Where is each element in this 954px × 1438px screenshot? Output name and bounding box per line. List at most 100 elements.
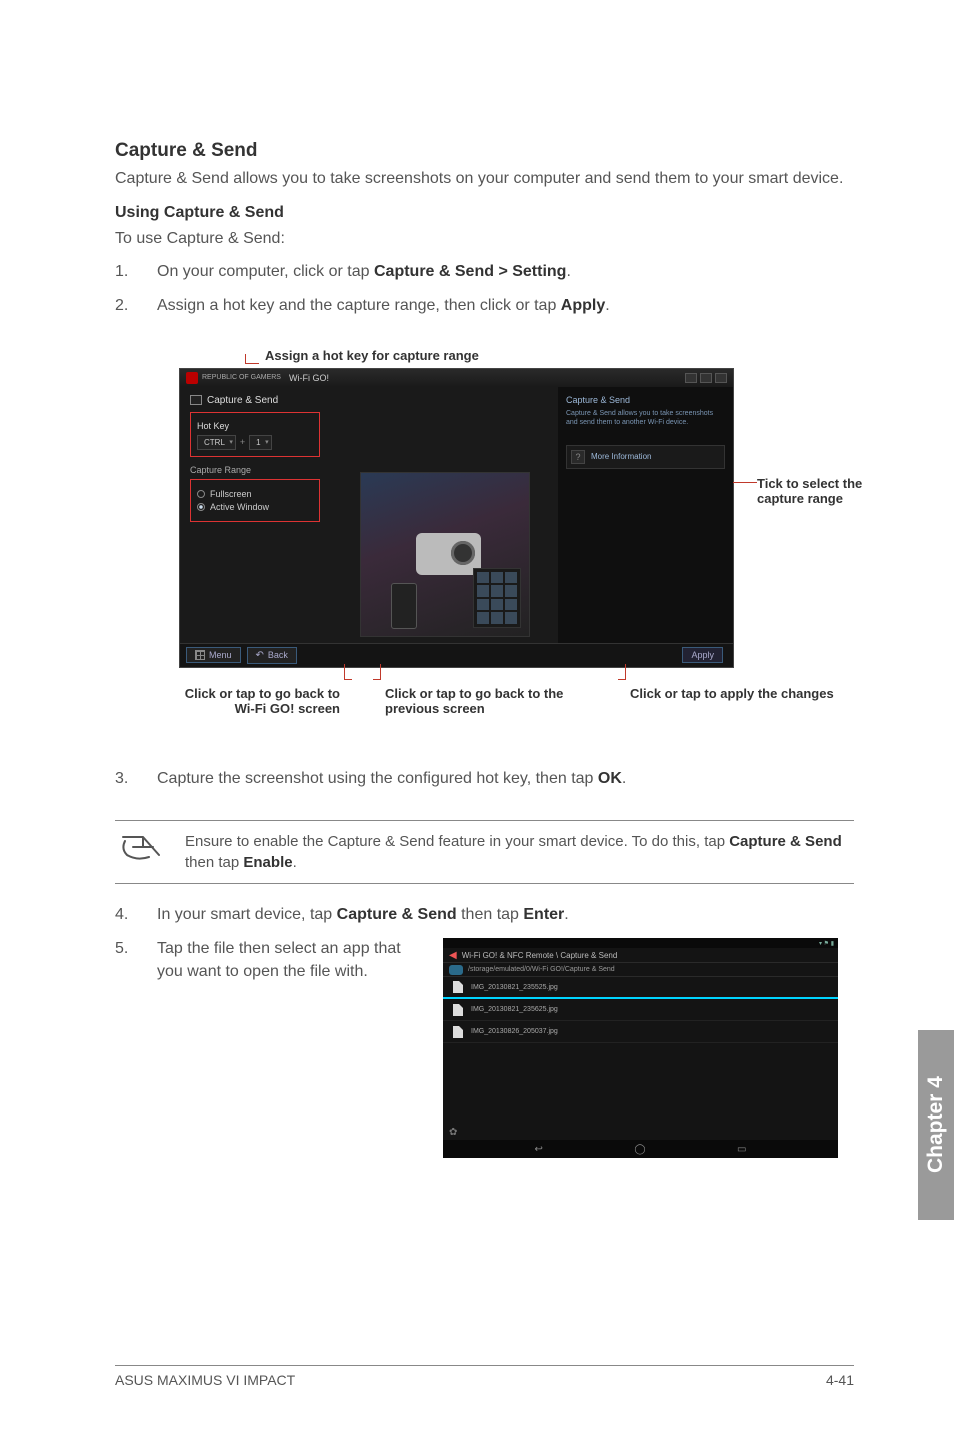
footer-page-number: 4-41 <box>826 1372 854 1388</box>
grid-icon <box>195 650 205 660</box>
note-block: Ensure to enable the Capture & Send feat… <box>115 820 854 884</box>
question-icon: ? <box>571 450 585 464</box>
step-text: Assign a hot key and the capture range, … <box>157 295 610 317</box>
more-information-button[interactable]: ? More Information <box>566 445 725 469</box>
file-row[interactable]: IMG_20130821_235525.jpg <box>443 977 838 999</box>
breadcrumb: Capture & Send <box>190 395 548 406</box>
step-number: 2. <box>115 295 157 317</box>
preview-thumbnail <box>360 472 530 637</box>
callout-line <box>618 664 626 680</box>
section-intro: Capture & Send allows you to take screen… <box>115 168 854 190</box>
radio-on-icon <box>197 503 205 511</box>
steps-list-1: 1. On your computer, click or tap Captur… <box>115 261 854 318</box>
menu-button[interactable]: Menu <box>186 647 241 663</box>
file-row[interactable]: IMG_20130826_205037.jpg <box>443 1021 838 1043</box>
mobile-title: Wi-Fi GO! & NFC Remote \ Capture & Send <box>462 951 618 960</box>
mobile-pathbar: /storage/emulated/0/Wi-Fi GO!/Capture & … <box>443 963 838 977</box>
minimize-button[interactable] <box>685 373 697 383</box>
window-title: Wi-Fi GO! <box>289 373 329 383</box>
hotkey-key-select[interactable]: 1 <box>249 435 271 450</box>
mobile-titlebar: ◀ Wi-Fi GO! & NFC Remote \ Capture & Sen… <box>443 948 838 963</box>
file-row[interactable]: IMG_20130821_235625.jpg <box>443 999 838 1021</box>
back-button[interactable]: ↶ Back <box>247 647 297 664</box>
step-number: 5. <box>115 938 157 983</box>
step-number: 3. <box>115 768 157 790</box>
file-name: IMG_20130821_235625.jpg <box>471 1006 558 1013</box>
help-button[interactable] <box>700 373 712 383</box>
annotation-top: Assign a hot key for capture range <box>245 348 479 364</box>
settings-icon[interactable]: ✿ <box>449 1127 457 1138</box>
back-arrow-icon: ↶ <box>256 650 264 661</box>
apply-button[interactable]: Apply <box>682 647 723 663</box>
main-panel: Capture & Send Hot Key CTRL + 1 Capture … <box>180 387 558 643</box>
step-3: 3. Capture the screenshot using the conf… <box>115 768 854 790</box>
window-body: Capture & Send Hot Key CTRL + 1 Capture … <box>180 387 733 643</box>
phone-icon <box>391 583 417 629</box>
annotation-right: Tick to select the capture range <box>757 476 867 507</box>
step-text: Tap the file then select an app that you… <box>157 938 425 983</box>
callout-line <box>245 354 259 364</box>
figure-wifi-go-settings: Assign a hot key for capture range REPUB… <box>165 348 865 718</box>
mobile-back-icon[interactable]: ◀ <box>449 950 457 961</box>
steps-list-3: 4. In your smart device, tap Capture & S… <box>115 904 854 926</box>
callout-line <box>733 482 757 483</box>
page-footer: ASUS MAXIMUS VI IMPACT 4-41 <box>115 1365 854 1388</box>
steps-list-2: 3. Capture the screenshot using the conf… <box>115 768 854 790</box>
nav-home-icon[interactable]: ◯ <box>634 1144 645 1155</box>
section-title: Capture & Send <box>115 140 854 162</box>
step-1: 1. On your computer, click or tap Captur… <box>115 261 854 283</box>
annotation-menu: Click or tap to go back to Wi-Fi GO! scr… <box>165 674 340 717</box>
capture-range-group: Fullscreen Active Window <box>190 479 320 522</box>
note-icon <box>119 833 165 868</box>
annotation-back: Click or tap to go back to the previous … <box>385 674 585 717</box>
plus-label: + <box>240 437 245 447</box>
mobile-navbar: ↩ ◯ ▭ <box>443 1140 838 1158</box>
mobile-screenshot: ▾ ⚑ ▮ ◀ Wi-Fi GO! & NFC Remote \ Capture… <box>443 938 838 1158</box>
radio-active-window[interactable]: Active Window <box>197 502 313 512</box>
annotation-text: Tick to select the capture range <box>757 476 867 507</box>
subsection-title: Using Capture & Send <box>115 204 854 222</box>
radio-off-icon <box>197 490 205 498</box>
file-name: IMG_20130826_205037.jpg <box>471 1028 558 1035</box>
step-4: 4. In your smart device, tap Capture & S… <box>115 904 854 926</box>
bottom-annotations: Click or tap to go back to Wi-Fi GO! scr… <box>165 674 865 717</box>
hotkey-modifier-select[interactable]: CTRL <box>197 435 236 450</box>
status-icons: ▾ ⚑ ▮ <box>819 940 834 947</box>
wifi-go-window: REPUBLIC OF GAMERS Wi-Fi GO! Capture & S… <box>179 368 734 668</box>
file-icon <box>453 1026 463 1038</box>
mobile-path: /storage/emulated/0/Wi-Fi GO!/Capture & … <box>468 966 615 973</box>
subsection-intro: To use Capture & Send: <box>115 228 854 250</box>
mobile-statusbar: ▾ ⚑ ▮ <box>443 938 838 948</box>
nav-recent-icon[interactable]: ▭ <box>737 1144 746 1155</box>
window-footer: Menu ↶ Back Apply <box>180 643 733 667</box>
file-icon <box>453 981 463 993</box>
page: Capture & Send Capture & Send allows you… <box>0 0 954 1198</box>
close-button[interactable] <box>715 373 727 383</box>
step-2: 2. Assign a hot key and the capture rang… <box>115 295 854 317</box>
hotkey-group: Hot Key CTRL + 1 <box>190 412 320 457</box>
side-title: Capture & Send <box>566 395 725 407</box>
camera-icon <box>416 533 481 575</box>
rog-logo-icon <box>186 372 198 384</box>
folder-icon <box>449 965 463 975</box>
step-text: In your smart device, tap Capture & Send… <box>157 904 569 926</box>
rog-text: REPUBLIC OF GAMERS <box>202 374 281 381</box>
side-description: Capture & Send allows you to take screen… <box>566 409 725 427</box>
annotation-text: Assign a hot key for capture range <box>265 348 479 364</box>
callout-line <box>373 664 381 680</box>
annotation-apply: Click or tap to apply the changes <box>630 674 835 717</box>
file-icon <box>453 1004 463 1016</box>
callout-line <box>344 664 352 680</box>
step5-row: 5. Tap the file then select an app that … <box>115 938 854 1158</box>
steps-list-4: 5. Tap the file then select an app that … <box>115 938 425 983</box>
nav-back-icon[interactable]: ↩ <box>534 1144 542 1155</box>
window-titlebar: REPUBLIC OF GAMERS Wi-Fi GO! <box>180 369 733 387</box>
radio-fullscreen[interactable]: Fullscreen <box>197 489 313 499</box>
step-number: 4. <box>115 904 157 926</box>
chapter-tab: Chapter 4 <box>918 1030 954 1220</box>
side-panel: Capture & Send Capture & Send allows you… <box>558 387 733 643</box>
file-name: IMG_20130821_235525.jpg <box>471 984 558 991</box>
step-5: 5. Tap the file then select an app that … <box>115 938 425 983</box>
step-number: 1. <box>115 261 157 283</box>
screen-icon <box>190 395 202 405</box>
